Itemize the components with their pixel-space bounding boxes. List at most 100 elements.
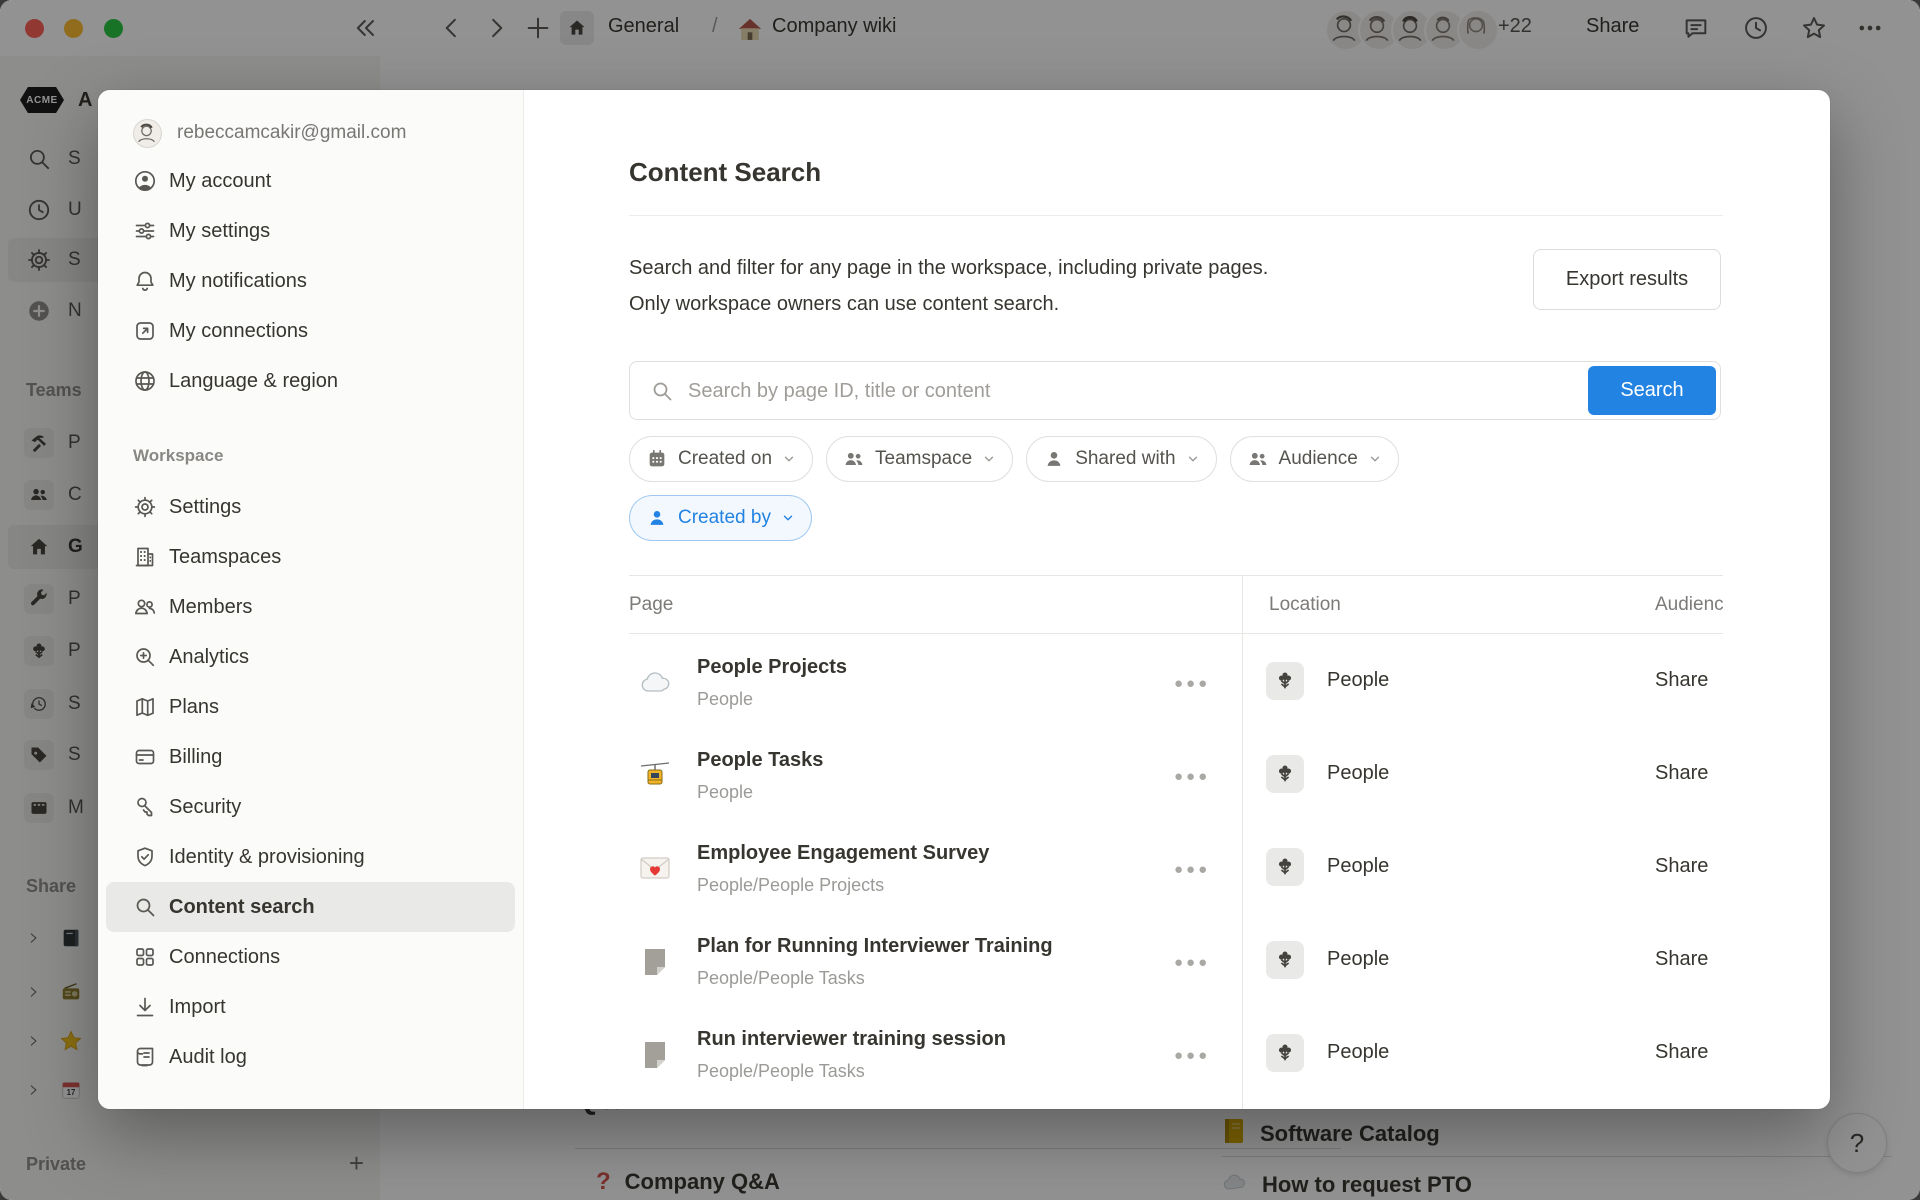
chevron-down-icon	[1368, 452, 1382, 466]
audience-cell: Share	[1655, 948, 1723, 971]
audience-cell: Share	[1655, 762, 1723, 785]
audience-cell: Share	[1655, 669, 1723, 692]
tramway-emoji-icon	[637, 757, 673, 793]
page-document-icon	[637, 1036, 673, 1072]
table-row[interactable]: Plan for Running Interviewer Training Pe…	[629, 913, 1723, 1006]
key-icon	[133, 795, 157, 819]
divider	[629, 215, 1723, 216]
row-menu-icon[interactable]: ●●●	[1174, 861, 1210, 878]
page-path: People/People Tasks	[697, 1061, 865, 1082]
cloud-emoji-icon	[637, 664, 673, 700]
members-icon	[133, 595, 157, 619]
settings-nav-my-settings[interactable]: My settings	[106, 206, 515, 256]
column-header-page: Page	[629, 594, 1242, 616]
settings-nav-security[interactable]: Security	[106, 782, 515, 832]
globe-icon	[133, 369, 157, 393]
settings-nav-identity-provisioning[interactable]: Identity & provisioning	[106, 832, 515, 882]
settings-nav-connections[interactable]: Connections	[106, 932, 515, 982]
table-row[interactable]: People Tasks People ●●● People Share	[629, 727, 1723, 820]
row-menu-icon[interactable]: ●●●	[1174, 768, 1210, 785]
page-title[interactable]: People Tasks	[697, 749, 823, 772]
row-menu-icon[interactable]: ●●●	[1174, 675, 1210, 692]
settings-nav-billing[interactable]: Billing	[106, 732, 515, 782]
calendar-icon	[646, 448, 668, 470]
active-filter-row: Created by	[629, 495, 812, 541]
location-name[interactable]: People	[1327, 1041, 1389, 1064]
scroll-icon	[133, 1045, 157, 1069]
settings-nav-my-notifications[interactable]: My notifications	[106, 256, 515, 306]
search-button[interactable]: Search	[1588, 366, 1716, 415]
page-path: People	[697, 689, 753, 710]
row-menu-icon[interactable]: ●●●	[1174, 1047, 1210, 1064]
chevron-down-icon	[1186, 452, 1200, 466]
page-document-icon	[637, 943, 673, 979]
map-icon	[133, 695, 157, 719]
content-search-panel: Content Search Search and filter for any…	[524, 90, 1830, 1109]
page-path: People/People Projects	[697, 875, 884, 896]
account-email: rebeccamcakir@gmail.com	[177, 122, 406, 144]
table-row[interactable]: People Projects People ●●● People Share	[629, 634, 1723, 727]
filter-shared-with[interactable]: Shared with	[1026, 436, 1216, 482]
teamspace-flower-icon	[1266, 848, 1304, 886]
chevron-down-icon	[781, 511, 795, 525]
table-row[interactable]: Employee Engagement Survey People/People…	[629, 820, 1723, 913]
grid-icon	[133, 945, 157, 969]
people-icon	[843, 448, 865, 470]
shield-check-icon	[133, 845, 157, 869]
teamspace-flower-icon	[1266, 662, 1304, 700]
location-name[interactable]: People	[1327, 948, 1389, 971]
filter-teamspace[interactable]: Teamspace	[826, 436, 1013, 482]
table-row[interactable]: Run interviewer training session People/…	[629, 1006, 1723, 1099]
settings-nav-language-region[interactable]: Language & region	[106, 356, 515, 406]
settings-nav-settings[interactable]: Settings	[106, 482, 515, 532]
settings-modal: rebeccamcakir@gmail.com My account My se…	[98, 90, 1830, 1109]
settings-nav-teamspaces[interactable]: Teamspaces	[106, 532, 515, 582]
arrow-box-icon	[133, 319, 157, 343]
page-title[interactable]: People Projects	[697, 656, 847, 679]
location-name[interactable]: People	[1327, 855, 1389, 878]
settings-nav-content-search[interactable]: Content search	[106, 882, 515, 932]
bell-icon	[133, 269, 157, 293]
location-name[interactable]: People	[1327, 762, 1389, 785]
filter-audience[interactable]: Audience	[1230, 436, 1399, 482]
search-input[interactable]	[686, 362, 1570, 421]
page-title: Content Search	[629, 157, 821, 188]
love-letter-emoji-icon	[637, 850, 673, 886]
person-icon	[646, 507, 668, 529]
column-divider	[1242, 576, 1243, 1109]
settings-nav: rebeccamcakir@gmail.com My account My se…	[98, 90, 524, 1109]
workspace-section-label: Workspace	[133, 446, 523, 482]
filter-created-by[interactable]: Created by	[629, 495, 812, 541]
page-path: People/People Tasks	[697, 968, 865, 989]
page-title[interactable]: Run interviewer training session	[697, 1028, 1006, 1051]
settings-nav-import[interactable]: Import	[106, 982, 515, 1032]
page-title[interactable]: Employee Engagement Survey	[697, 842, 989, 865]
filter-chip-row: Created on Teamspace Shared with Audienc…	[629, 436, 1399, 482]
page-path: People	[697, 782, 753, 803]
user-avatar	[133, 119, 162, 148]
settings-nav-members[interactable]: Members	[106, 582, 515, 632]
settings-nav-analytics[interactable]: Analytics	[106, 632, 515, 682]
results-table: Page Location Audience People Projects P…	[629, 575, 1723, 1109]
row-menu-icon[interactable]: ●●●	[1174, 954, 1210, 971]
settings-nav-my-connections[interactable]: My connections	[106, 306, 515, 356]
search-icon	[650, 379, 674, 403]
gear-icon	[133, 495, 157, 519]
chevron-down-icon	[982, 452, 996, 466]
notion-app-window: General / Company wiki +22 Share ACME A …	[0, 0, 1920, 1200]
settings-nav-plans[interactable]: Plans	[106, 682, 515, 732]
audience-cell: Share	[1655, 855, 1723, 878]
settings-nav-my-account[interactable]: My account	[106, 156, 515, 206]
teamspace-flower-icon	[1266, 1034, 1304, 1072]
page-title[interactable]: Plan for Running Interviewer Training	[697, 935, 1053, 958]
export-results-button[interactable]: Export results	[1533, 249, 1721, 310]
location-name[interactable]: People	[1327, 669, 1389, 692]
settings-nav-audit-log[interactable]: Audit log	[106, 1032, 515, 1082]
table-header: Page Location Audience	[629, 576, 1723, 634]
sliders-icon	[133, 219, 157, 243]
audience-cell: Share	[1655, 1041, 1723, 1064]
person-circle-icon	[133, 169, 157, 193]
content-search-bar: Search	[629, 361, 1721, 420]
filter-created-on[interactable]: Created on	[629, 436, 813, 482]
people-icon	[1247, 448, 1269, 470]
